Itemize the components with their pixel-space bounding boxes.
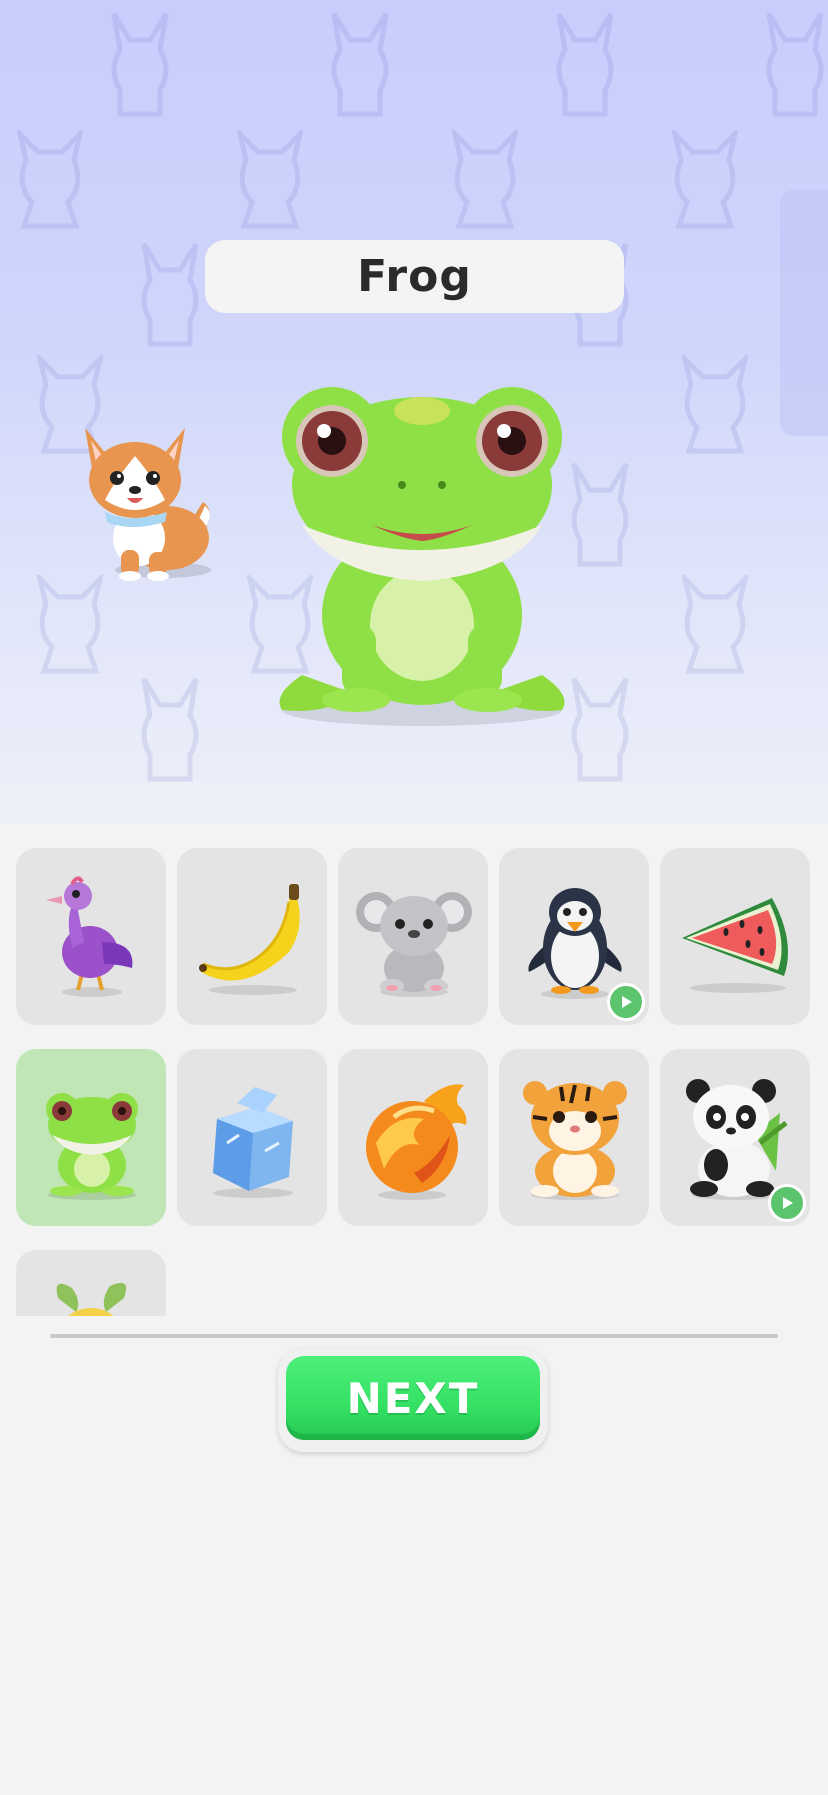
next-button-frame: NEXT (278, 1348, 548, 1452)
character-preview-area: Frog (0, 0, 828, 824)
watch-video-badge[interactable] (607, 983, 645, 1021)
play-icon (783, 1197, 793, 1209)
grid-item-leaf-creature[interactable] (16, 1250, 166, 1316)
frog-icon (46, 1092, 138, 1200)
tiger-icon (523, 1080, 627, 1200)
grid-item-koala[interactable] (338, 848, 488, 1025)
watermelon-slice-icon (682, 897, 788, 993)
play-icon (622, 996, 632, 1008)
watch-video-badge[interactable] (768, 1184, 806, 1222)
side-panel-edge[interactable] (780, 190, 828, 436)
grid-item-frog[interactable] (16, 1049, 166, 1226)
panda-icon (686, 1078, 788, 1200)
character-name-label: Frog (205, 240, 624, 313)
grid-item-panda[interactable] (660, 1049, 810, 1226)
grid-item-tiger[interactable] (499, 1049, 649, 1226)
green-leaf-creature-icon (56, 1282, 127, 1316)
grid-item-bird[interactable] (16, 848, 166, 1025)
fireball-icon (366, 1083, 467, 1200)
scroll-divider (50, 1334, 778, 1338)
koala-icon (356, 891, 472, 997)
frog-character-icon (279, 387, 565, 726)
purple-bird-icon (46, 876, 133, 997)
penguin-icon (528, 887, 622, 999)
character-grid (0, 824, 828, 1316)
banana-icon (199, 883, 300, 995)
next-button[interactable]: NEXT (286, 1356, 540, 1440)
grid-item-banana[interactable] (177, 848, 327, 1025)
grid-item-penguin[interactable] (499, 848, 649, 1025)
corgi-dog-icon (85, 428, 211, 581)
grid-item-watermelon[interactable] (660, 848, 810, 1025)
ice-cube-icon (213, 1086, 293, 1198)
grid-item-fireball[interactable] (338, 1049, 488, 1226)
grid-item-ice[interactable] (177, 1049, 327, 1226)
